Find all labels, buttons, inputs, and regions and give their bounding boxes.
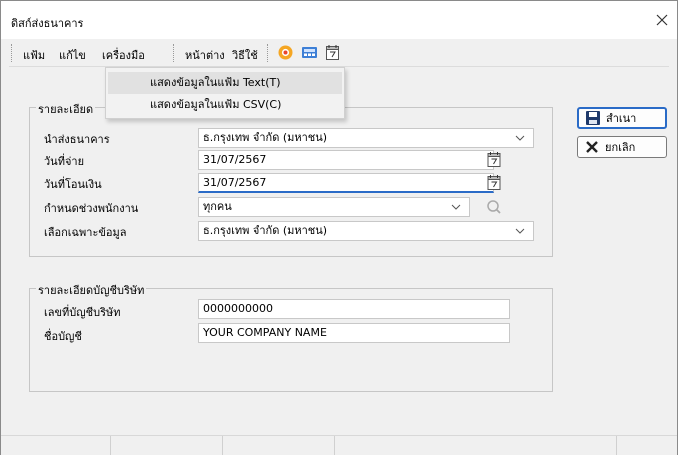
- calendar-icon[interactable]: [486, 174, 502, 191]
- menu-tools[interactable]: เครื่องมือ: [102, 46, 145, 64]
- title-bar: ดิสก์ส่งธนาคาร: [1, 1, 677, 39]
- account-number-input[interactable]: 0000000000: [198, 299, 510, 319]
- menu-item-show-csv[interactable]: แสดงข้อมูลในแฟ้ม CSV(C): [108, 94, 342, 116]
- chevron-down-icon: [515, 228, 525, 234]
- help-lifebuoy-icon[interactable]: [277, 44, 294, 61]
- pay-date-input[interactable]: 31/07/2567: [198, 150, 494, 170]
- floppy-disk-icon: [586, 111, 600, 125]
- status-cell: [335, 436, 617, 455]
- calculator-icon[interactable]: [301, 44, 318, 61]
- toolbar-grip[interactable]: [267, 44, 269, 62]
- save-button-label: สำเนา: [606, 112, 637, 125]
- filter-label: เลือกเฉพาะข้อมูล: [44, 226, 127, 239]
- status-cell: [1, 436, 111, 455]
- calendar-icon[interactable]: [486, 151, 502, 168]
- toolbar-grip[interactable]: [173, 44, 175, 62]
- status-bar: [1, 435, 677, 455]
- dialog-window: ดิสก์ส่งธนาคาร แฟ้ม แก้ไข เครื่องมือ หน้…: [0, 0, 678, 455]
- account-number-label: เลขที่บัญชีบริษัท: [44, 306, 121, 319]
- account-name-input[interactable]: YOUR COMPANY NAME: [198, 323, 510, 343]
- bank-label: นำส่งธนาคาร: [44, 133, 110, 146]
- cancel-button-label: ยกเลิก: [605, 141, 636, 154]
- bank-select-value: ธ.กรุงเทพ จำกัด (มหาชน): [203, 131, 328, 144]
- transfer-date-label: วันที่โอนเงิน: [44, 178, 102, 191]
- toolbar-grip[interactable]: [11, 44, 13, 62]
- close-icon: [656, 14, 668, 26]
- menu-help[interactable]: วิธีใช้: [232, 46, 258, 64]
- chevron-down-icon: [451, 204, 461, 210]
- menu-window[interactable]: หน้าต่าง: [185, 46, 225, 64]
- close-button[interactable]: [647, 1, 677, 39]
- bank-select[interactable]: ธ.กรุงเทพ จำกัด (มหาชน): [198, 128, 534, 148]
- employee-range-label: กำหนดช่วงพนักงาน: [44, 202, 139, 215]
- save-button[interactable]: สำเนา: [577, 107, 667, 129]
- tools-dropdown-menu: แสดงข้อมูลในแฟ้ม Text(T) แสดงข้อมูลในแฟ้…: [105, 67, 345, 119]
- status-cell: [223, 436, 335, 455]
- calendar-icon[interactable]: [324, 44, 341, 61]
- menu-bar: แฟ้ม แก้ไข เครื่องมือ หน้าต่าง วิธีใช้: [9, 39, 669, 67]
- filter-select[interactable]: ธ.กรุงเทพ จำกัด (มหาชน): [198, 221, 534, 241]
- menu-file[interactable]: แฟ้ม: [23, 46, 45, 64]
- menu-edit[interactable]: แก้ไข: [59, 46, 86, 64]
- cancel-button[interactable]: ยกเลิก: [577, 136, 667, 158]
- x-cancel-icon: [586, 141, 598, 153]
- window-title: ดิสก์ส่งธนาคาร: [11, 17, 84, 30]
- employee-search-icon[interactable]: [486, 198, 502, 215]
- transfer-date-input[interactable]: 31/07/2567: [198, 173, 494, 193]
- account-name-label: ชื่อบัญชี: [44, 330, 82, 343]
- details-panel: รายละเอียด นำส่งธนาคาร ธ.กรุงเทพ จำกัด (…: [29, 100, 553, 257]
- details-panel-title: รายละเอียด: [36, 100, 96, 118]
- filter-select-value: ธ.กรุงเทพ จำกัด (มหาชน): [203, 224, 328, 237]
- employee-range-select[interactable]: ทุกคน: [198, 197, 470, 217]
- menu-item-show-text[interactable]: แสดงข้อมูลในแฟ้ม Text(T): [108, 72, 342, 94]
- company-account-panel: รายละเอียดบัญชีบริษัท เลขที่บัญชีบริษัท …: [29, 281, 553, 392]
- employee-range-value: ทุกคน: [203, 200, 232, 213]
- chevron-down-icon: [515, 135, 525, 141]
- company-panel-title: รายละเอียดบัญชีบริษัท: [36, 281, 147, 299]
- pay-date-label: วันที่จ่าย: [44, 155, 85, 168]
- status-cell: [111, 436, 223, 455]
